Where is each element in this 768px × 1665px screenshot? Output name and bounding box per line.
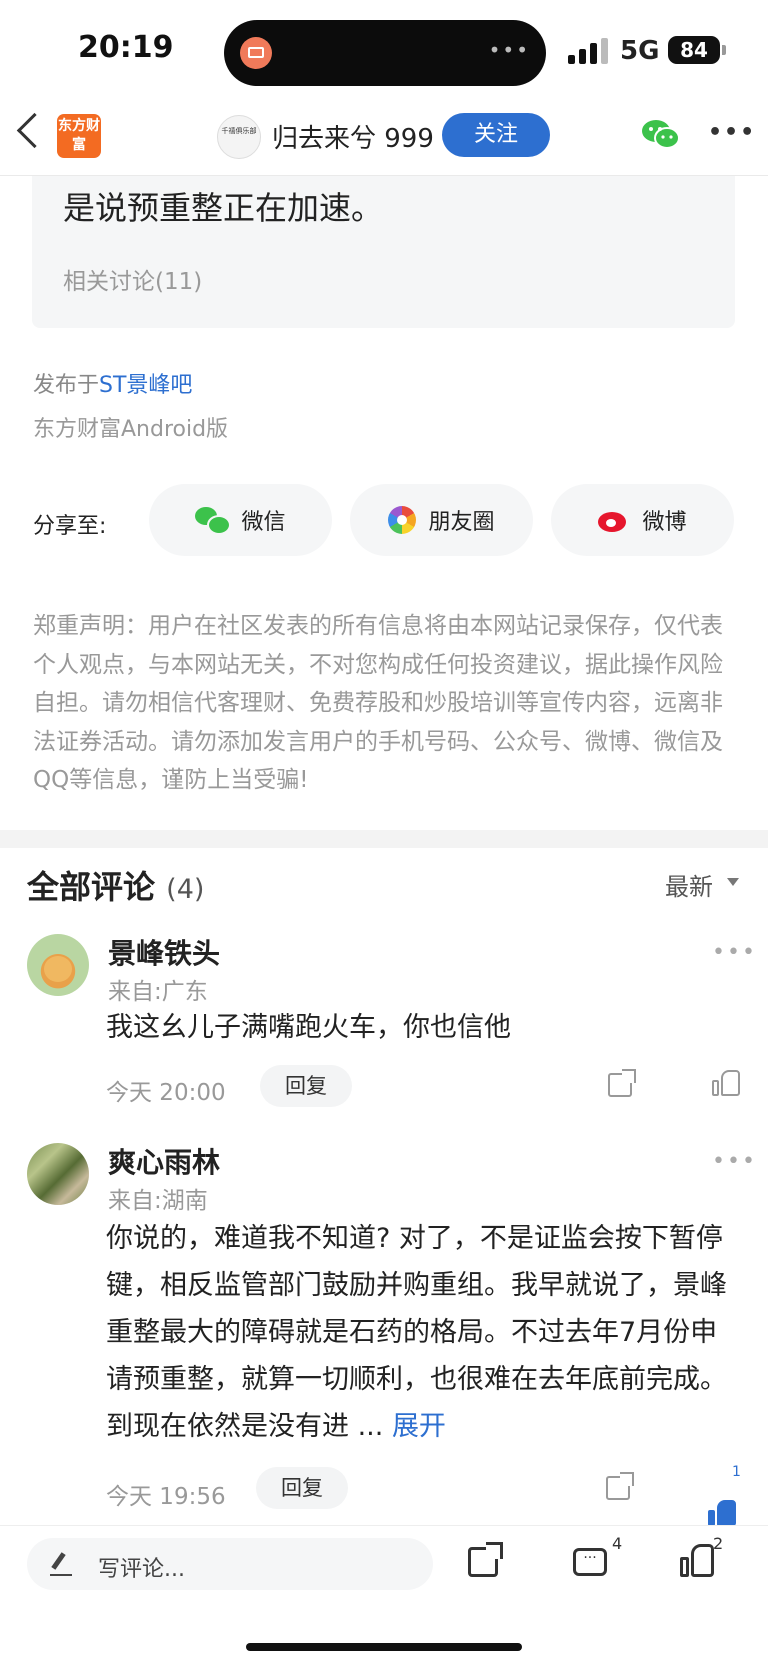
status-time: 20:19 <box>78 30 174 65</box>
comment-icon[interactable]: ··· <box>573 1548 607 1576</box>
share-icon[interactable] <box>606 1472 634 1500</box>
client-info: 东方财富Android版 <box>33 417 229 442</box>
published-prefix: 发布于 <box>33 373 100 398</box>
moments-icon <box>388 506 417 534</box>
like-icon[interactable] <box>708 1500 736 1526</box>
pencil-icon <box>50 1552 72 1576</box>
share-post-icon[interactable] <box>468 1542 503 1577</box>
mail-icon <box>240 37 272 69</box>
like-post-icon[interactable] <box>680 1544 714 1578</box>
share-weibo-button[interactable]: 微博 <box>551 484 734 556</box>
published-in: 发布于ST景峰吧 <box>33 367 192 399</box>
comments-title-label: 全部评论 <box>27 868 156 906</box>
commenter-avatar[interactable] <box>27 934 89 996</box>
write-comment-placeholder[interactable]: 写评论... <box>98 1551 185 1583</box>
comment-text: 你说的，难道我不知道? 对了，不是证监会按下暂停键，相反监管部门鼓励并购重组。我… <box>106 1215 736 1450</box>
like-count: 1 <box>732 1464 741 1480</box>
section-divider <box>0 830 768 848</box>
signal-icon <box>568 38 612 64</box>
commenter-location: 来自:湖南 <box>108 1188 208 1214</box>
share-icon[interactable] <box>608 1069 636 1097</box>
comment-more-icon[interactable]: ••• <box>712 940 757 965</box>
network-type: 5G <box>620 36 660 66</box>
more-menu-icon[interactable]: ••• <box>708 120 756 145</box>
comment-time: 今天 20:00 <box>106 1080 226 1106</box>
author-name[interactable]: 归去来兮 999 <box>272 118 434 155</box>
expand-link[interactable]: 展开 <box>392 1411 446 1442</box>
reply-button[interactable]: 回复 <box>256 1467 348 1509</box>
share-moments-button[interactable]: 朋友圈 <box>350 484 533 556</box>
sort-dropdown[interactable]: 最新 <box>665 867 713 902</box>
reply-button[interactable]: 回复 <box>260 1065 352 1107</box>
wechat-icon <box>195 507 232 535</box>
commenter-name[interactable]: 景峰铁头 <box>108 932 220 972</box>
share-wechat-label: 微信 <box>241 510 286 535</box>
commenter-name[interactable]: 爽心雨林 <box>108 1141 220 1181</box>
comments-title: 全部评论 (4) <box>27 862 204 908</box>
share-label: 分享至: <box>33 514 107 539</box>
bottom-divider <box>0 1525 768 1526</box>
battery-icon: 84 <box>668 36 726 64</box>
write-comment-input[interactable] <box>27 1538 433 1590</box>
app-logo[interactable]: 东方财富 <box>57 114 101 158</box>
commenter-location: 来自:广东 <box>108 979 208 1005</box>
follow-button[interactable]: 关注 <box>442 113 550 157</box>
like-post-count: 2 <box>713 1534 724 1553</box>
back-arrow-icon[interactable] <box>16 112 53 149</box>
weibo-icon <box>598 508 630 532</box>
share-weibo-label: 微博 <box>642 510 687 535</box>
commenter-avatar[interactable] <box>27 1143 89 1205</box>
comment-more-icon[interactable]: ••• <box>712 1149 757 1174</box>
comment-count: 4 <box>612 1534 623 1553</box>
author-avatar[interactable]: 千禧俱乐部 <box>217 115 261 159</box>
comment-text: 我这幺儿子满嘴跑火车，你也信他 <box>106 1012 511 1043</box>
wechat-share-icon[interactable] <box>641 118 681 150</box>
comment-time: 今天 19:56 <box>106 1484 226 1510</box>
dynamic-island: ••• <box>224 20 546 86</box>
disclaimer-text: 郑重声明：用户在社区发表的所有信息将由本网站记录保存，仅代表个人观点，与本网站无… <box>33 613 723 793</box>
chevron-down-icon[interactable] <box>727 878 739 886</box>
comments-count: (4) <box>166 874 205 905</box>
share-moments-label: 朋友圈 <box>428 510 495 535</box>
bar-link[interactable]: ST景峰吧 <box>99 373 192 398</box>
more-dots-icon: ••• <box>488 38 530 62</box>
home-indicator <box>246 1643 522 1651</box>
share-wechat-button[interactable]: 微信 <box>149 484 332 556</box>
comment-text-body: 你说的，难道我不知道? 对了，不是证监会按下暂停键，相反监管部门鼓励并购重组。我… <box>106 1223 727 1442</box>
quote-text: 是说预重整正在加速。 <box>63 189 384 227</box>
related-discussions-link[interactable]: 相关讨论(11) <box>63 262 202 296</box>
like-icon[interactable] <box>712 1070 740 1096</box>
